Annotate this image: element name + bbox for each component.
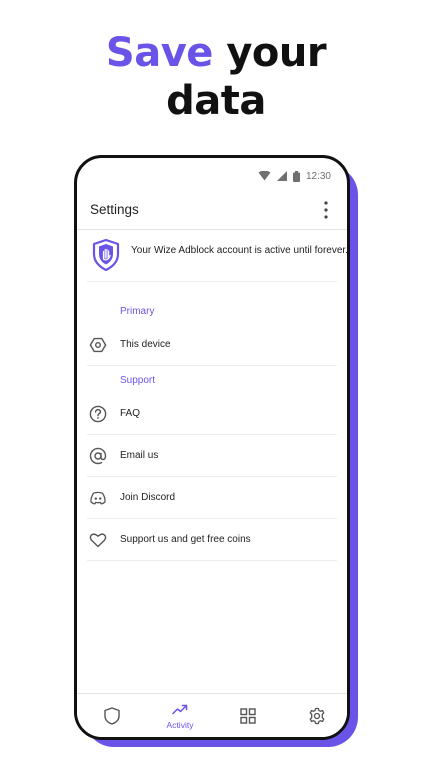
heart-icon (89, 533, 107, 548)
settings-gear-icon (309, 707, 325, 725)
settings-item-join-discord[interactable]: Join Discord (87, 478, 337, 519)
battery-icon (292, 170, 300, 182)
settings-item-label: This device (120, 339, 171, 350)
settings-item-faq[interactable]: FAQ (87, 394, 337, 435)
nav-tab-shield[interactable] (78, 694, 146, 737)
discord-icon (90, 491, 106, 505)
shield-hand-icon (92, 239, 120, 271)
grid-icon (240, 708, 256, 724)
phone-frame: 12:30 Settings Your Wize Adblock account… (74, 155, 350, 740)
shield-icon (104, 707, 120, 725)
device-hexagon-icon (89, 337, 107, 353)
status-bar: 12:30 (258, 168, 331, 184)
settings-item-support-us[interactable]: Support us and get free coins (87, 520, 337, 561)
nav-tab-activity[interactable]: Activity (146, 694, 214, 737)
settings-item-label: Join Discord (120, 492, 176, 503)
headline-accent-word: Save (105, 30, 214, 76)
more-vert-icon[interactable] (319, 199, 333, 221)
promo-headline-line1: Save your (0, 29, 432, 77)
app-bar: Settings (77, 192, 347, 230)
settings-item-label: Email us (120, 450, 159, 461)
nav-tab-label: Activity (166, 720, 194, 730)
trending-up-icon (172, 704, 188, 715)
headline-rest: your (212, 30, 327, 76)
settings-item-this-device[interactable]: This device (87, 325, 337, 366)
bottom-nav: Activity (77, 693, 347, 737)
account-status-text: Your Wize Adblock account is active unti… (131, 245, 348, 256)
settings-item-label: FAQ (120, 408, 141, 419)
section-label-primary: Primary (120, 306, 155, 317)
wifi-icon (258, 171, 271, 181)
at-sign-icon (89, 447, 107, 465)
signal-icon (276, 171, 287, 181)
settings-item-label: Support us and get free coins (120, 534, 251, 545)
settings-item-email-us[interactable]: Email us (87, 436, 337, 477)
status-time: 12:30 (305, 170, 331, 182)
nav-tab-grid[interactable] (214, 694, 282, 737)
page-title: Settings (90, 202, 139, 217)
promo-headline-line2: data (166, 78, 266, 124)
section-label-support: Support (120, 375, 156, 386)
account-status-row: Your Wize Adblock account is active unti… (87, 234, 347, 282)
help-circle-icon (89, 405, 107, 423)
nav-tab-settings[interactable] (282, 694, 347, 737)
